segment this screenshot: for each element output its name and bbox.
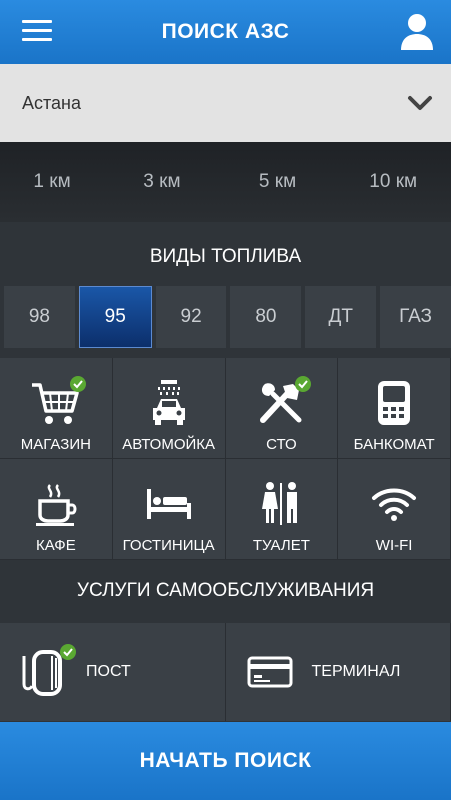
car-wash-icon	[152, 380, 185, 425]
radius-option-5km[interactable]: 5 км	[220, 171, 336, 193]
self-service-section-title: УСЛУГИ САМООБСЛУЖИВАНИЯ	[76, 580, 375, 601]
page-title: ПОИСК АЗС	[161, 20, 290, 43]
service-car-wash[interactable]: АВТОМОЙКА	[112, 358, 226, 459]
atm-icon	[378, 381, 411, 425]
service-label: МАГАЗИН	[20, 436, 91, 453]
fuel-section-title: ВИДЫ ТОПЛИВА	[149, 246, 302, 267]
service-atm[interactable]: БАНКОМАТ	[338, 358, 451, 459]
checked-badge-icon	[69, 376, 86, 392]
service-label: ТУАЛЕТ	[252, 537, 310, 554]
service-cafe[interactable]: КАФЕ	[0, 459, 113, 560]
bed-icon	[146, 489, 191, 519]
radius-option-3km[interactable]: 3 км	[104, 171, 220, 193]
fuel-option-98[interactable]: 98	[4, 286, 75, 348]
wifi-icon	[372, 488, 417, 521]
service-label: WI-FI	[375, 537, 413, 554]
service-label: АВТОМОЙКА	[122, 436, 216, 453]
service-label: ГОСТИНИЦА	[122, 537, 215, 554]
self-service-post[interactable]: ПОСТ	[0, 623, 226, 721]
coffee-icon	[35, 484, 77, 526]
service-label: КАФЕ	[36, 537, 76, 554]
city-value: Астана	[22, 92, 82, 113]
service-label: БАНКОМАТ	[353, 436, 435, 453]
fuel-option-92[interactable]: 92	[155, 286, 227, 348]
fuel-option-gas[interactable]: ГАЗ	[380, 286, 451, 348]
fuel-option-80[interactable]: 80	[230, 286, 302, 348]
radius-selector: 1 км 3 км 5 км 10 км	[0, 142, 451, 222]
service-label: СТО	[266, 436, 297, 453]
services-grid: МАГАЗИН АВТОМОЙКА СТО БАНКОМАТ КАФЕ ГОСТ…	[0, 358, 451, 560]
self-service-label: ТЕРМИНАЛ	[311, 663, 401, 680]
service-repair-station[interactable]: СТО	[225, 358, 339, 459]
self-service-row: ПОСТ ТЕРМИНАЛ	[0, 623, 451, 721]
top-bar: ПОИСК АЗС	[0, 0, 451, 64]
checked-badge-icon	[295, 376, 312, 392]
card-terminal-icon	[247, 656, 292, 688]
fuel-option-diesel[interactable]: ДТ	[305, 286, 377, 348]
radius-option-10km[interactable]: 10 км	[335, 171, 451, 193]
fuel-type-row: 98 95 92 80 ДТ ГАЗ	[4, 286, 451, 348]
service-hotel[interactable]: ГОСТИНИЦА	[112, 459, 226, 560]
start-search-button[interactable]: НАЧАТЬ ПОИСК	[0, 722, 451, 800]
service-shop[interactable]: МАГАЗИН	[0, 358, 113, 459]
city-select[interactable]: Астана	[0, 64, 451, 142]
user-icon[interactable]	[399, 12, 435, 52]
app-root: ПОИСК АЗС Астана 1 км 3 км 5 км 10 км ВИ…	[0, 0, 451, 800]
start-search-label: НАЧАТЬ ПОИСК	[139, 749, 312, 772]
self-service-terminal[interactable]: ТЕРМИНАЛ	[225, 623, 451, 721]
service-toilet[interactable]: ТУАЛЕТ	[225, 459, 339, 560]
chevron-down-icon	[408, 96, 432, 110]
menu-icon[interactable]	[22, 20, 52, 42]
fuel-option-95[interactable]: 95	[78, 286, 152, 348]
toilet-icon	[262, 482, 298, 525]
radius-option-1km[interactable]: 1 км	[0, 171, 104, 193]
service-wifi[interactable]: WI-FI	[338, 459, 451, 560]
self-service-label: ПОСТ	[86, 663, 131, 680]
checked-badge-icon	[60, 644, 76, 660]
